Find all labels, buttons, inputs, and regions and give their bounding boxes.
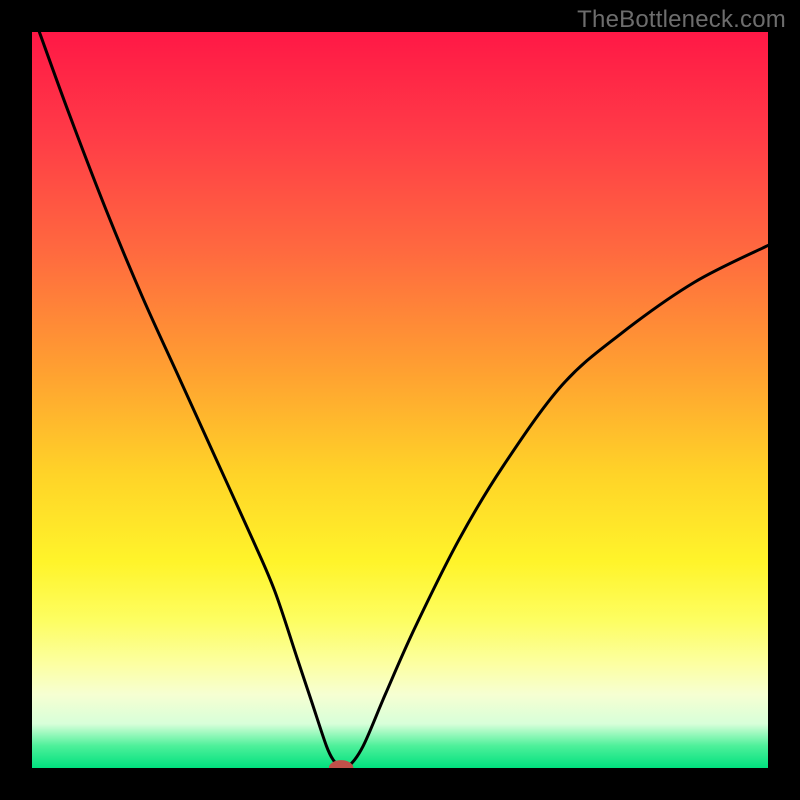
chart-plot-area	[32, 32, 768, 768]
bottleneck-curve	[39, 32, 768, 768]
watermark-text: TheBottleneck.com	[577, 6, 786, 34]
chart-svg	[32, 32, 768, 768]
chart-frame: TheBottleneck.com	[0, 0, 800, 800]
